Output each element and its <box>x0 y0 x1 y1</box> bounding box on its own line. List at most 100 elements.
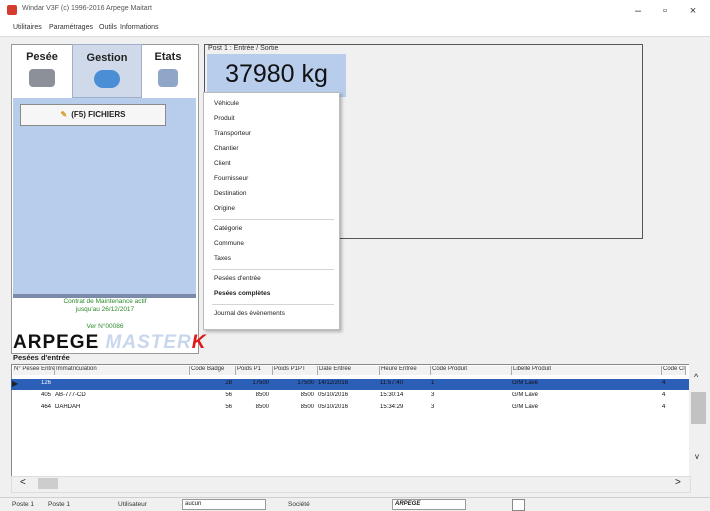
column-header[interactable]: Code Produit <box>431 366 512 375</box>
minimize-button[interactable]: – <box>626 3 650 19</box>
contract-line-2: jusqu'au 26/12/2017 <box>75 306 135 313</box>
scroll-right-icon[interactable]: > <box>675 477 681 488</box>
table-cell: 4 <box>662 392 666 398</box>
printer-icon <box>158 69 178 87</box>
menu-utilitaires[interactable]: Utilitaires <box>13 24 42 31</box>
close-button[interactable]: × <box>681 3 705 19</box>
table-cell: 28 <box>225 380 232 386</box>
pencil-icon: ✎ <box>60 110 68 119</box>
version-label: Ver N°00086 <box>86 323 124 330</box>
table-cell: 405 <box>40 392 51 398</box>
table-cell: 4 <box>662 380 666 386</box>
table-cell: 8500 <box>300 392 314 398</box>
column-header[interactable]: Immatriculation <box>55 366 190 375</box>
column-header[interactable]: Heure Entrée <box>380 366 431 375</box>
dropdown-item-origine[interactable]: Origine <box>214 205 235 212</box>
nav-pesee[interactable]: Pesée <box>14 44 70 96</box>
dropdown-item-commune[interactable]: Commune <box>214 240 244 247</box>
current-row-indicator-icon: ▶ <box>12 379 19 388</box>
dropdown-separator <box>212 219 334 220</box>
folder-icon <box>94 70 120 88</box>
dropdown-item-client[interactable]: Client <box>214 160 231 167</box>
scroll-up-icon[interactable]: ^ <box>694 372 698 382</box>
dropdown-item-transporteur[interactable]: Transporteur <box>214 130 251 137</box>
menu-area <box>13 98 196 294</box>
menu-outils[interactable]: Outils <box>99 24 117 31</box>
maximize-button[interactable]: ▫ <box>653 3 677 19</box>
nav-etats[interactable]: Etats <box>142 44 194 96</box>
table-cell: 11:57:40 <box>380 380 403 386</box>
column-header[interactable]: Code Cl <box>662 366 686 375</box>
nav-etats-label: Etats <box>154 51 182 63</box>
app-icon <box>7 5 17 15</box>
table-cell: 8500 <box>255 404 269 410</box>
dropdown-item-chantier[interactable]: Chantier <box>214 145 239 152</box>
dropdown-item-pesees-completes[interactable]: Pesées complètes <box>214 290 270 297</box>
table-cell: DAHDAH <box>55 404 81 410</box>
fichiers-button[interactable]: ✎ (F5) FICHIERS <box>20 104 166 126</box>
status-company-value: ARPEGE <box>392 499 466 510</box>
table-cell: 8500 <box>255 392 269 398</box>
status-user-value: aucun <box>182 499 266 510</box>
status-user-label: Utilisateur <box>118 501 147 508</box>
vertical-scroll-thumb[interactable] <box>691 392 706 424</box>
column-header[interactable]: N° Pesée Entrée <box>13 366 55 375</box>
scroll-down-icon[interactable]: v <box>695 452 699 461</box>
table-cell: 15:30:14 <box>380 392 404 398</box>
window-title: Windar V3F (c) 1996-2016 Arpege Maitart <box>22 5 152 12</box>
dropdown-separator <box>212 304 334 305</box>
nav-gestion-label: Gestion <box>86 52 128 64</box>
dropdown-item-categorie[interactable]: Catégorie <box>214 225 242 232</box>
dropdown-item-journal[interactable]: Journal des évènements <box>214 310 285 317</box>
dropdown-item-produit[interactable]: Produit <box>214 115 235 122</box>
menu-parametrages[interactable]: Paramétrages <box>49 24 93 31</box>
table-cell: 05/10/2016 <box>318 392 349 398</box>
fichiers-label: (F5) FICHIERS <box>71 110 126 119</box>
horizontal-scroll-thumb[interactable] <box>38 478 58 489</box>
table-cell: 14/12/2016 <box>318 380 349 386</box>
dropdown-item-destination[interactable]: Destination <box>214 190 247 197</box>
nav-gestion[interactable]: Gestion <box>72 44 142 98</box>
company-icon <box>512 499 525 511</box>
dropdown-separator <box>212 269 334 270</box>
table-cell: G/M Lavé <box>512 392 539 398</box>
weight-value: 37980 kg <box>225 60 328 88</box>
column-header[interactable]: Date Entrée <box>318 366 380 375</box>
arpege-logo: ARPEGE MASTERK <box>13 332 207 353</box>
table-cell: G/M Lavé <box>512 380 539 386</box>
table-cell: 4 <box>662 404 666 410</box>
table-cell: 126 <box>40 380 51 386</box>
table-cell: 17500 <box>252 380 269 386</box>
column-header[interactable]: Code Badge <box>190 366 236 375</box>
dropdown-item-taxes[interactable]: Taxes <box>214 255 231 262</box>
status-poste-value: Poste 1 <box>48 501 71 508</box>
table-cell: 17500 <box>297 380 314 386</box>
column-header[interactable]: Poids P1 <box>236 366 273 375</box>
table-cell: 1 <box>431 380 435 386</box>
table-cell: 56 <box>225 404 232 410</box>
table-cell: 3 <box>431 392 435 398</box>
status-poste-label: Poste 1 <box>12 501 35 508</box>
column-header[interactable]: Libellé Produit <box>512 366 662 375</box>
contract-line-1: Contrat de Maintenance actif <box>63 298 147 305</box>
status-bar <box>0 497 710 510</box>
scale-icon <box>29 69 55 87</box>
dropdown-item-fournisseur[interactable]: Fournisseur <box>214 175 248 182</box>
scroll-left-icon[interactable]: < <box>20 477 26 488</box>
table-cell: 3 <box>431 404 435 410</box>
horizontal-scrollbar[interactable] <box>11 476 691 493</box>
table-cell: AB-777-CD <box>55 392 86 398</box>
poste-label: Post 1 : Entrée / Sortie <box>208 45 279 52</box>
nav-pesee-label: Pesée <box>26 51 58 63</box>
grid-title: Pesées d'entrée <box>13 353 70 362</box>
dropdown-item-vehicule[interactable]: Véhicule <box>214 100 239 107</box>
menu-informations[interactable]: Informations <box>120 24 159 31</box>
column-header[interactable]: Poids P1PT <box>273 366 318 375</box>
status-company-label: Société <box>288 501 310 508</box>
table-cell: 15:34:29 <box>380 404 404 410</box>
table-cell: 8500 <box>300 404 314 410</box>
table-cell: G/M Lavé <box>512 404 539 410</box>
table-cell: 56 <box>225 392 232 398</box>
table-cell: 464 <box>40 404 51 410</box>
dropdown-item-pesees-entree[interactable]: Pesées d'entrée <box>214 275 261 282</box>
